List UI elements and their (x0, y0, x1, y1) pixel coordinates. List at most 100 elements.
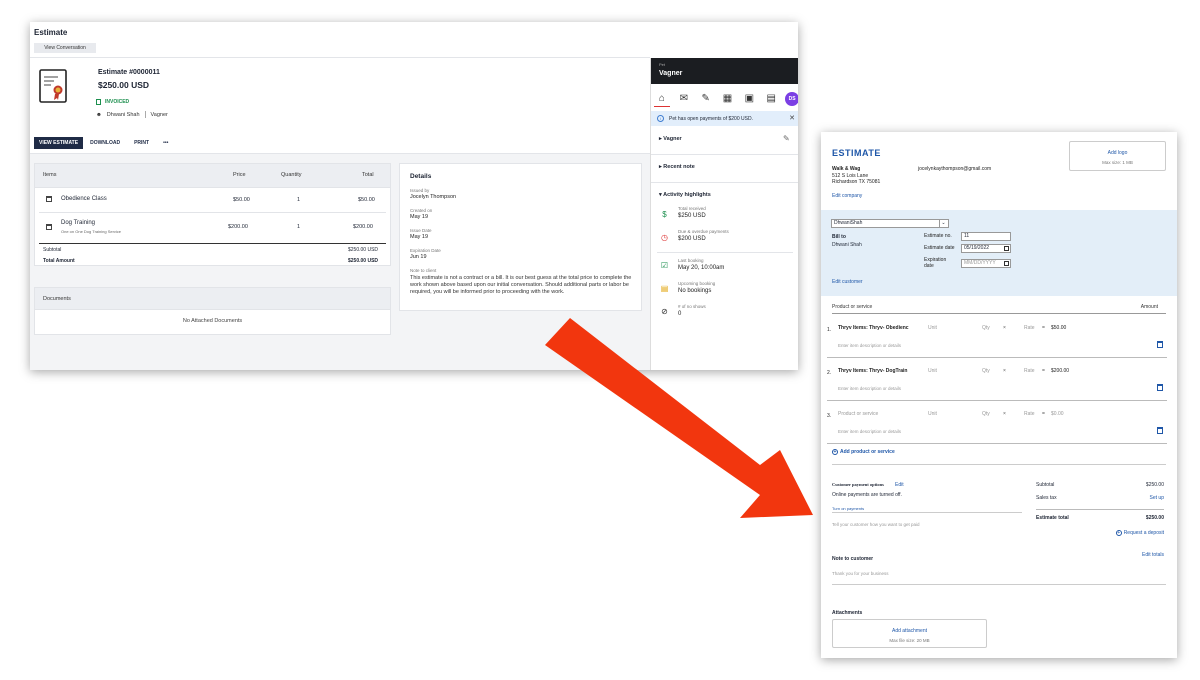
edit-customer-link[interactable]: Edit customer (832, 279, 863, 285)
add-logo-link[interactable]: Add logo (1070, 150, 1165, 156)
trash-icon[interactable] (1157, 427, 1163, 434)
add-product-button[interactable]: + Add product or service (832, 449, 895, 455)
invoice-icon (96, 99, 101, 105)
view-estimate-button[interactable]: VIEW ESTIMATE (34, 137, 84, 149)
bill-to-label: Bill to (832, 234, 846, 240)
logo-upload-box[interactable]: Add logo Max size: 1 MB (1069, 141, 1166, 171)
edit-note-icon[interactable]: ✎ (698, 91, 714, 107)
company-block: Walk & Wag 512 S Lois Lane Richardson TX… (832, 166, 880, 186)
money-icon[interactable]: ▣ (741, 91, 757, 107)
highlight-value: No bookings (678, 288, 712, 294)
status-badge: INVOICED (96, 99, 129, 105)
customer-select[interactable]: DhwaniShah ⌄ (831, 219, 949, 228)
plus-icon: + (832, 449, 838, 455)
unit-field[interactable]: Unit (928, 323, 937, 333)
description-field[interactable]: Enter item description or details (838, 343, 901, 348)
document-icon[interactable]: ▤ (763, 91, 779, 107)
pet-name: Vagner (150, 111, 168, 118)
description-field[interactable]: Enter item description or details (838, 386, 901, 391)
section-recent-note[interactable]: ▸ Recent note (659, 164, 695, 170)
product-field[interactable]: Product or service (838, 409, 914, 419)
item-price: $200.00 (228, 224, 248, 230)
qty-field[interactable]: Qty (982, 366, 990, 376)
avatar[interactable]: DS (785, 92, 798, 106)
documents-card: Documents No Attached Documents (34, 287, 391, 335)
unit-field[interactable]: Unit (928, 409, 937, 419)
note-to-customer-field[interactable]: Thank you for your business (832, 571, 889, 576)
clock-icon: ◷ (661, 233, 668, 242)
edit-totals-link[interactable]: Edit totals (1142, 552, 1164, 558)
unit-field[interactable]: Unit (928, 366, 937, 376)
close-icon[interactable]: ✕ (789, 114, 795, 122)
product-header: Product or service (832, 304, 873, 310)
home-icon[interactable]: ⌂ (654, 91, 670, 107)
table-row[interactable]: Dog Training One on One Dog Training Ser… (35, 213, 390, 243)
chat-icon[interactable]: ✉ (676, 91, 692, 107)
edit-company-link[interactable]: Edit company (832, 193, 862, 199)
qty-field[interactable]: Qty (982, 323, 990, 333)
page-title: Estimate (34, 28, 68, 37)
documents-empty-state: No Attached Documents (182, 318, 243, 324)
estimate-date-field[interactable]: 05/19/2022 (961, 244, 1011, 253)
expiration-date-field[interactable]: MM/DD/YYYY (961, 259, 1011, 268)
total-header: Total (362, 172, 374, 178)
total-row: Total Amount $250.00 USD (35, 258, 390, 268)
rate-label: Rate (1024, 325, 1035, 331)
item-price: $50.00 (233, 197, 250, 203)
trash-icon[interactable] (1157, 341, 1163, 348)
add-attachment-link[interactable]: Add attachment (833, 628, 986, 634)
line-number: 3. (827, 413, 832, 419)
item-description: One on One Dog Training Service (61, 229, 122, 234)
equals-icon: = (1042, 411, 1045, 417)
sales-tax-setup-link[interactable]: Set up (1150, 495, 1164, 501)
company-email: jocelynkaythompson@gmail.com (918, 166, 992, 172)
highlight-label: Upcoming booking (678, 281, 716, 286)
calendar-icon: ▤ (660, 284, 669, 293)
payment-hint-divider (832, 512, 1022, 513)
table-row[interactable]: Obedience Class $50.00 1 $50.00 (35, 188, 390, 212)
print-button[interactable]: PRINT (127, 137, 156, 149)
open-payments-alert: i Pet has open payments of $200 USD. ✕ (651, 111, 798, 126)
created-on-label: Created on (410, 208, 433, 213)
section-pet[interactable]: ▸ Vagner (659, 136, 682, 142)
side-panel-tabs: ⌂ ✉ ✎ ▦ ▣ ▤ DS (651, 88, 798, 110)
calendar-icon[interactable]: ▦ (720, 91, 736, 107)
line-items-header: Product or service Amount (832, 304, 1166, 314)
total-label: Total Amount (43, 258, 75, 264)
more-options-button[interactable]: ••• (156, 137, 175, 149)
product-field[interactable]: Thryv Items: Thryv- DogTrain (838, 366, 914, 376)
documents-title: Documents (35, 288, 390, 310)
rate-field[interactable]: $200.00 (1051, 366, 1069, 376)
request-deposit-button[interactable]: + Request a deposit (1115, 530, 1164, 536)
estimate-number: Estimate #0000011 (98, 69, 160, 76)
created-on-value: May 19 (410, 214, 429, 220)
product-field[interactable]: Thryv Items: Thryv- Obedienc (838, 323, 914, 333)
payments-off-text: Online payments are turned off. (832, 492, 902, 498)
calendar-icon[interactable] (1004, 261, 1009, 266)
note-to-customer-title: Note to customer (832, 556, 874, 562)
estimate-no-field[interactable]: 11 (961, 232, 1011, 241)
calendar-icon[interactable] (1004, 246, 1009, 251)
multiply-icon: × (1003, 325, 1006, 331)
rate-field[interactable]: $0.00 (1051, 409, 1064, 419)
details-title: Details (410, 173, 432, 180)
items-header: Items (43, 172, 57, 178)
payment-edit-link[interactable]: Edit (895, 482, 904, 488)
status-text: INVOICED (105, 99, 130, 105)
description-field[interactable]: Enter item description or details (838, 429, 901, 434)
qty-field[interactable]: Qty (982, 409, 990, 419)
calendar-icon (46, 224, 52, 230)
rate-field[interactable]: $50.00 (1051, 323, 1066, 333)
turn-on-payments-link[interactable]: Turn on payments (832, 506, 864, 511)
attachment-upload-box[interactable]: Add attachment Max file size: 20 MB (832, 619, 987, 648)
totals-divider (1036, 509, 1164, 510)
payment-instructions-field[interactable]: Tell your customer how you want to get p… (832, 522, 920, 527)
download-button[interactable]: DOWNLOAD (83, 137, 127, 149)
form-title: ESTIMATE (832, 148, 881, 158)
chevron-down-icon[interactable]: ⌄ (939, 220, 947, 227)
view-conversation-button[interactable]: View Conversation (34, 43, 96, 53)
trash-icon[interactable] (1157, 384, 1163, 391)
section-activity[interactable]: ▾ Activity highlights (659, 192, 711, 198)
transition-arrow-icon (545, 318, 813, 518)
pencil-icon[interactable]: ✎ (783, 134, 790, 143)
